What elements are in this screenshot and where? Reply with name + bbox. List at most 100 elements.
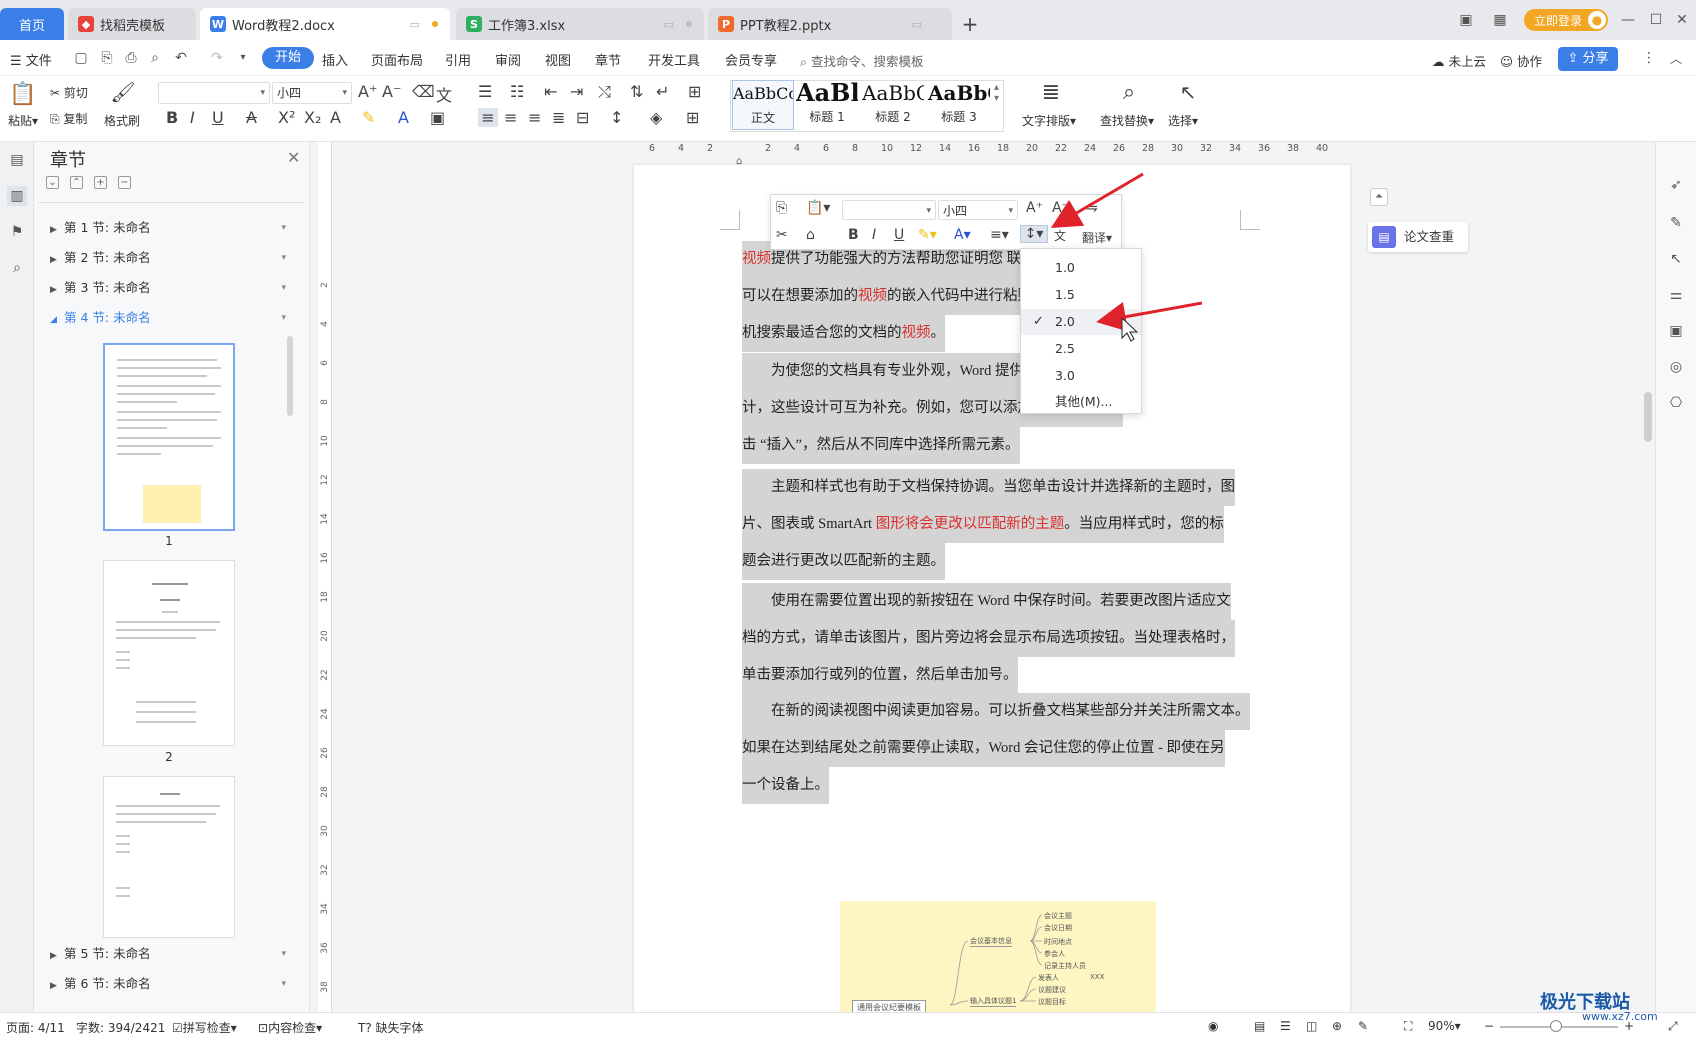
style-heading1[interactable]: AaBl 标题 1 [796, 80, 858, 130]
phonetic-icon[interactable]: 文 [1054, 227, 1066, 244]
outline-view-icon[interactable]: ☰ [1280, 1019, 1291, 1033]
chevron-down-icon[interactable]: ▾ [281, 307, 286, 329]
file-menu[interactable]: ☰ 文件 [10, 50, 52, 69]
menu-member[interactable]: 会员专享 [725, 50, 777, 69]
command-search[interactable]: ⌕ 查找命令、搜索模板 [800, 51, 924, 70]
sliders-icon[interactable]: ⚌ [1667, 286, 1685, 304]
align-center-icon[interactable]: ≡ [504, 108, 517, 127]
print-preview-icon[interactable]: ⌕ [146, 49, 164, 67]
mindmap-image[interactable]: 通用会议纪要模板 会议基本信息 会议主题 会议日期 时间地点 参会人 记录主持人… [840, 901, 1156, 1015]
numbering-icon[interactable]: ☷ [510, 82, 524, 101]
style-gallery-scroll-icon[interactable]: ▴ ▾ [994, 82, 999, 104]
paper-check-button[interactable]: ▤ 论文查重 [1368, 222, 1468, 252]
section-item[interactable]: ▶ 第 3 节: 未命名 ▾ [50, 277, 290, 299]
page-thumbnail-2[interactable] [103, 560, 235, 746]
format-painter-icon[interactable]: ⌂ [806, 227, 815, 243]
cut-button[interactable]: ✂ 剪切 [50, 84, 88, 101]
text-layout-button[interactable]: 文字排版▾ [1022, 112, 1076, 129]
line-spacing-option[interactable]: 3.0 [1021, 363, 1141, 389]
collapse-ribbon-icon[interactable]: ︿ [1670, 50, 1682, 67]
write-view-icon[interactable]: ✎ [1358, 1019, 1368, 1033]
copy-button[interactable]: ⎘ 复制 [50, 110, 87, 127]
line-spacing-option[interactable]: 1.0 [1021, 255, 1141, 281]
chevron-down-icon[interactable]: ▾ [281, 277, 286, 299]
superscript-icon[interactable]: X² [278, 108, 295, 127]
undo-icon[interactable]: ↶ [172, 49, 190, 67]
shading-icon[interactable]: ◈ [650, 108, 662, 127]
line-spacing-more[interactable]: 其他(M)... [1021, 389, 1141, 415]
align-icon[interactable]: ≡▾ [990, 227, 1009, 243]
format-painter-icon[interactable]: 🖌 [110, 80, 136, 104]
bold-icon[interactable]: B [848, 227, 859, 243]
fit-page-icon[interactable]: ⛶ [1404, 1019, 1412, 1034]
font-color-icon[interactable]: A [398, 108, 409, 127]
menu-developer[interactable]: 开发工具 [648, 50, 700, 69]
pen-icon[interactable]: ✎ [1667, 214, 1685, 232]
chapter-nav-icon[interactable]: ▥ [7, 186, 27, 206]
web-view-icon[interactable]: ⊕ [1332, 1019, 1342, 1033]
line-spacing-icon[interactable]: ↕▾ [1020, 225, 1048, 243]
page-thumbnail-1[interactable] [103, 343, 235, 531]
line-spacing-option[interactable]: 2.5 [1021, 336, 1141, 362]
content-check[interactable]: ⊡内容检查▾ [258, 1019, 322, 1036]
print-icon[interactable]: ⎙ [122, 49, 140, 67]
paragraph[interactable]: 使用在需要位置出现的新按钮在 Word 中保存时间。若要更改图片适应文 档的方式，… [742, 583, 1240, 694]
font-family-select[interactable]: ▾ [158, 82, 270, 104]
remove-section-icon[interactable]: − [118, 176, 131, 189]
minimize-icon[interactable]: — [1618, 10, 1638, 30]
share-button[interactable]: ⇪ 分享 [1558, 47, 1618, 71]
section-item[interactable]: ▶ 第 6 节: 未命名 ▾ [50, 973, 290, 995]
tab-xlsx[interactable]: S 工作簿3.xlsx ▭ [456, 8, 704, 40]
page-view-icon[interactable]: ▤ [1254, 1019, 1265, 1033]
more-icon[interactable]: ⋮ [1642, 50, 1656, 66]
word-count[interactable]: 字数: 394/2421 [76, 1019, 165, 1036]
highlight-icon[interactable]: ✎▾ [918, 227, 937, 243]
font-grow-icon[interactable]: A⁺ [358, 82, 377, 101]
maximize-icon[interactable]: ☐ [1646, 10, 1666, 30]
search-icon[interactable]: ⌕ [7, 258, 27, 278]
paragraph[interactable]: 为使您的文档具有专业外观，Word 提供 面和文本框设计，这些设计可互为补充。例… [742, 353, 1240, 464]
phonetic-icon[interactable]: 文 [436, 82, 452, 106]
tab-templates[interactable]: ◆ 找稻壳模板 [68, 8, 196, 40]
line-spacing-option-selected[interactable]: ✓ 2.0 [1021, 309, 1141, 335]
style-heading3[interactable]: AaBbC 标题 3 [928, 80, 990, 130]
font-shrink-icon[interactable]: A⁻ [382, 82, 401, 101]
clear-format-icon[interactable]: ⌫ [412, 82, 435, 101]
bookmark-icon[interactable]: ⚑ [7, 222, 27, 242]
borders-icon[interactable]: ⊞ [686, 108, 699, 127]
line-spacing-option[interactable]: 1.5 [1021, 282, 1141, 308]
collapse-all-icon[interactable]: ⌃ [70, 176, 83, 189]
paragraph[interactable]: 视频提供了功能强大的方法帮助您证明您 联机视频时,可以在想要添加的视频的嵌入代码… [742, 241, 1240, 352]
paste-icon[interactable]: 📋▾ [806, 200, 830, 216]
monitor-icon[interactable]: ▭ [410, 18, 420, 31]
italic-icon[interactable]: I [872, 227, 876, 243]
monitor-icon[interactable]: ▭ [664, 18, 674, 31]
find-replace-icon[interactable]: ⌕ [1114, 80, 1144, 105]
location-icon[interactable]: ◎ [1667, 358, 1685, 376]
close-icon[interactable]: ✕ [287, 148, 300, 167]
section-item[interactable]: ▶ 第 2 节: 未命名 ▾ [50, 247, 290, 269]
sort-icon[interactable]: ⇅ [630, 82, 643, 101]
expand-all-icon[interactable]: ⌄ [46, 176, 59, 189]
image-icon[interactable]: ▣ [1667, 322, 1685, 340]
missing-font[interactable]: T? 缺失字体 [358, 1019, 424, 1036]
section-item-active[interactable]: ◢ 第 4 节: 未命名 ▾ [50, 307, 290, 329]
layout-icon[interactable]: ▣ [1456, 10, 1476, 30]
page-indicator[interactable]: 页面: 4/11 [6, 1019, 65, 1036]
select-cursor-icon[interactable]: ↖ [1176, 80, 1200, 104]
bullets-icon[interactable]: ☰ [478, 82, 492, 101]
underline-icon[interactable]: U [212, 108, 224, 127]
menu-page-layout[interactable]: 页面布局 [371, 50, 423, 69]
page-thumbnail-3[interactable] [103, 776, 235, 938]
text-layout-icon[interactable]: ≣ [1036, 80, 1066, 105]
subscript-icon[interactable]: X₂ [304, 108, 321, 127]
collapse-up-icon[interactable]: ⏶ [1370, 188, 1388, 206]
save-icon[interactable]: ▢ [72, 49, 90, 67]
line-spacing-icon[interactable]: ↕ [610, 108, 623, 127]
align-left-icon[interactable]: ≡ [478, 108, 498, 127]
close-icon[interactable]: ✕ [1672, 10, 1692, 30]
menu-chapter[interactable]: 章节 [595, 50, 621, 69]
paste-button[interactable]: 粘贴▾ [8, 112, 38, 129]
section-item[interactable]: ▶ 第 5 节: 未命名 ▾ [50, 943, 290, 965]
font-shrink-icon[interactable]: A⁻ [1052, 200, 1069, 216]
